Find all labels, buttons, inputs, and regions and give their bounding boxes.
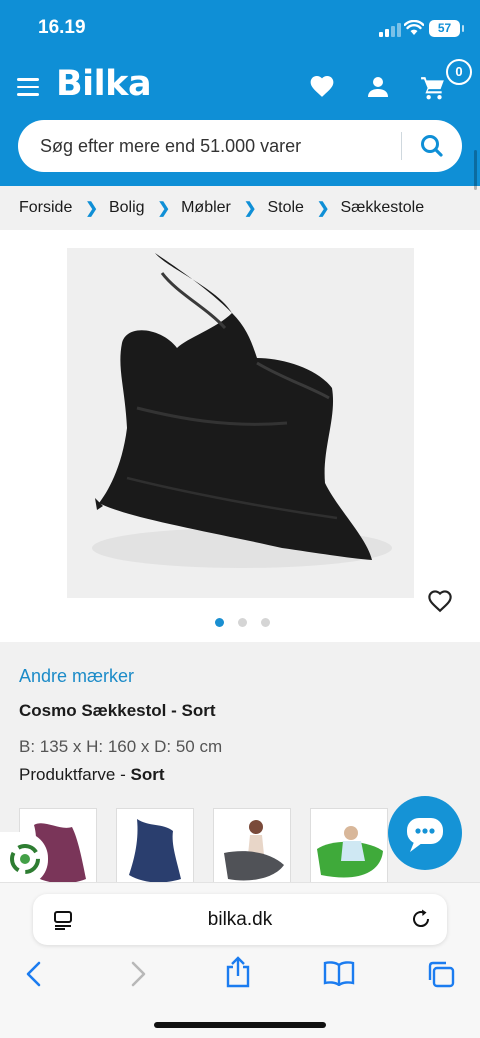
search-divider xyxy=(401,132,402,160)
status-time: 16.19 xyxy=(38,17,86,38)
breadcrumb-item-saekkestole[interactable]: Sækkestole xyxy=(341,199,425,217)
reload-icon[interactable] xyxy=(410,908,432,930)
gallery-dot[interactable] xyxy=(261,618,270,627)
address-bar[interactable]: bilka.dk xyxy=(33,894,447,945)
bilka-logo[interactable]: Bilka xyxy=(56,64,152,104)
back-icon[interactable] xyxy=(24,961,44,987)
chevron-right-icon: ❯ xyxy=(243,200,257,217)
color-variant-list xyxy=(19,808,388,888)
recycle-icon xyxy=(10,844,40,874)
page-scrollbar[interactable] xyxy=(474,150,477,190)
wifi-icon xyxy=(404,20,424,35)
bookmarks-icon[interactable] xyxy=(323,960,355,986)
product-brand-link[interactable]: Andre mærker xyxy=(19,666,134,687)
variant-thumbnail-blue[interactable] xyxy=(116,808,194,888)
gallery-dot[interactable] xyxy=(238,618,247,627)
breadcrumb: Forside ❯ Bolig ❯ Møbler ❯ Stole ❯ Sække… xyxy=(0,186,480,230)
url-text[interactable]: bilka.dk xyxy=(33,909,447,931)
product-color: Produktfarve - Sort xyxy=(19,765,165,785)
tabs-icon[interactable] xyxy=(426,960,456,988)
app-header: 16.19 57 Bilka 0 Søg efter mere end 51.0… xyxy=(0,0,480,186)
chat-support-button[interactable] xyxy=(388,796,462,870)
product-title: Cosmo Sækkestol - Sort xyxy=(19,701,216,720)
cart-count-badge[interactable]: 0 xyxy=(446,59,472,85)
breadcrumb-item-forside[interactable]: Forside xyxy=(19,199,72,217)
breadcrumb-item-mobler[interactable]: Møbler xyxy=(181,199,231,217)
product-gallery[interactable] xyxy=(0,230,480,642)
account-icon[interactable] xyxy=(366,75,390,99)
breadcrumb-item-bolig[interactable]: Bolig xyxy=(109,199,145,217)
product-color-label: Produktfarve - xyxy=(19,765,131,784)
forward-icon[interactable] xyxy=(128,961,148,987)
recycle-badge[interactable] xyxy=(0,832,48,886)
search-icon[interactable] xyxy=(410,131,454,161)
search-input[interactable]: Søg efter mere end 51.000 varer xyxy=(40,136,301,157)
gallery-dot-active[interactable] xyxy=(215,618,224,627)
product-dimensions: B: 135 x H: 160 x D: 50 cm xyxy=(19,737,223,756)
product-color-value: Sort xyxy=(130,765,165,784)
menu-icon[interactable] xyxy=(17,78,39,96)
add-to-wishlist-heart-icon[interactable] xyxy=(427,589,453,613)
cart-icon[interactable] xyxy=(420,75,446,101)
status-bar: 16.19 57 xyxy=(0,14,480,44)
chevron-right-icon: ❯ xyxy=(85,200,98,217)
variant-thumbnail-grey[interactable] xyxy=(213,808,291,888)
signal-icon xyxy=(379,23,401,37)
product-image[interactable] xyxy=(67,248,414,598)
search-bar[interactable]: Søg efter mere end 51.000 varer xyxy=(18,120,462,172)
home-indicator xyxy=(154,1022,326,1028)
chevron-right-icon: ❯ xyxy=(157,200,171,217)
variant-thumbnail-green[interactable] xyxy=(310,808,388,888)
share-icon[interactable] xyxy=(224,956,252,988)
chevron-right-icon: ❯ xyxy=(316,200,330,217)
wishlist-heart-icon[interactable] xyxy=(309,74,335,98)
battery-icon: 57 xyxy=(429,20,464,37)
breadcrumb-item-stole[interactable]: Stole xyxy=(267,199,303,217)
gallery-pagination xyxy=(215,618,270,627)
chat-bubble-icon xyxy=(407,818,443,852)
